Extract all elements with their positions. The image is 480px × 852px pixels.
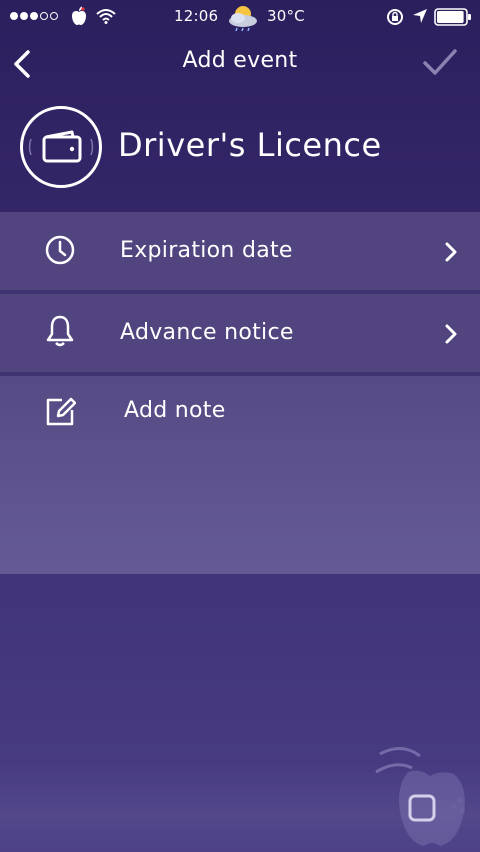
status-bar: 12:06 30°C <box>0 0 480 34</box>
done-button[interactable] <box>420 46 460 78</box>
battery-icon <box>434 8 471 26</box>
document-type-icon <box>20 106 102 188</box>
location-arrow-icon <box>413 9 427 23</box>
status-temperature: 30°C <box>267 7 305 25</box>
bell-icon <box>46 315 74 347</box>
assistive-touch-icon[interactable] <box>372 742 476 852</box>
wallet-icon <box>28 130 94 163</box>
chevron-right-icon <box>445 242 457 262</box>
rotation-lock-icon <box>387 9 403 25</box>
wifi-icon <box>96 9 116 24</box>
status-time: 12:06 <box>174 7 219 25</box>
advance-notice-row[interactable]: Advance notice <box>0 294 480 372</box>
edit-note-icon <box>46 397 76 426</box>
advance-notice-label: Advance notice <box>120 320 294 345</box>
checkmark-icon <box>423 49 457 75</box>
chevron-right-icon <box>445 324 457 344</box>
add-note-row[interactable]: Add note <box>0 376 480 574</box>
page-title: Add event <box>182 48 298 73</box>
weather-icon <box>229 6 257 31</box>
add-note-label: Add note <box>124 398 226 423</box>
signal-strength-icon <box>10 12 58 20</box>
expiration-date-label: Expiration date <box>120 238 293 263</box>
expiration-date-row[interactable]: Expiration date <box>0 212 480 290</box>
document-title: Driver's Licence <box>118 126 382 164</box>
clock-icon <box>45 235 75 265</box>
apple-icon <box>72 6 86 25</box>
